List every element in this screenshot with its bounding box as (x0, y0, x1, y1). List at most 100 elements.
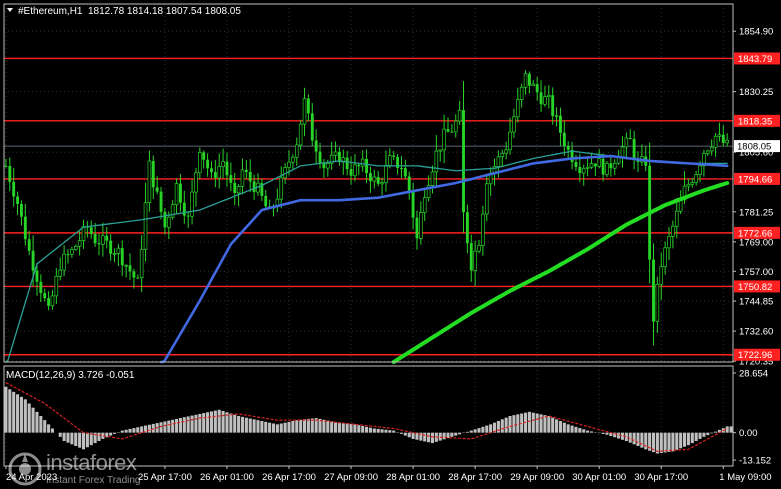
macd-histogram-bar (43, 420, 47, 433)
price-tick-label: 1732.60 (739, 327, 773, 338)
candle-body-bear (244, 169, 248, 172)
macd-histogram-bar (527, 411, 531, 433)
macd-histogram-bar (659, 432, 663, 453)
macd-histogram-bar (682, 432, 687, 447)
macd-histogram-bar (66, 432, 70, 443)
macd-histogram-bar (124, 429, 128, 433)
candle-body-bull (690, 182, 695, 185)
macd-tick-label: -13.152 (739, 456, 771, 467)
macd-histogram-bar (306, 418, 310, 433)
candle-body-bear (628, 137, 632, 139)
candle-body-bull (686, 183, 691, 187)
macd-histogram-bar (58, 432, 62, 437)
macd-histogram-bar (271, 423, 276, 433)
candle-body-bear (159, 191, 163, 212)
candle-body-bear (601, 158, 605, 175)
candle-body-bull (236, 185, 241, 194)
macd-histogram-bar (353, 424, 357, 433)
dropdown-triangle-icon[interactable] (7, 8, 13, 12)
candle-body-bull (217, 166, 221, 179)
candle-body-bear (186, 215, 190, 217)
level-price-label: 1794.66 (738, 174, 772, 185)
candle-body-bear (314, 140, 318, 152)
chart-header: #Ethereum,H1 1812.78 1814.18 1807.54 180… (7, 6, 241, 17)
candle-body-bear (345, 157, 349, 170)
candle-body-bear (322, 162, 326, 169)
candle-body-bear (400, 167, 403, 169)
macd-histogram-bar (349, 423, 353, 433)
candle-body-bull (717, 134, 722, 137)
candle-body-bear (318, 151, 322, 163)
macd-histogram-bar (159, 422, 163, 433)
candle-body-bull (597, 158, 602, 167)
macd-histogram-bar (489, 424, 493, 433)
macd-histogram-bar (566, 424, 570, 433)
macd-histogram-bar (582, 429, 586, 433)
candle-body-bear (574, 162, 578, 167)
price-panel-frame (3, 3, 734, 363)
macd-histogram-bar (679, 432, 683, 449)
macd-histogram-bar (442, 432, 446, 440)
candle-body-bull (659, 266, 664, 285)
macd-histogram-bar (512, 415, 516, 433)
candle-body-bull (147, 160, 152, 204)
candle-body-bear (151, 160, 155, 188)
instaforex-logo-icon (8, 452, 42, 486)
candle-body-bear (35, 270, 39, 282)
candle-body-bull (612, 162, 617, 169)
candle-body-bear (450, 131, 454, 133)
candle-body-bear (20, 203, 23, 217)
macd-histogram-bar (698, 432, 702, 439)
macd-histogram-bar (62, 432, 66, 441)
candle-body-bull (694, 174, 698, 183)
candle-body-bull (302, 98, 307, 125)
candle-body-bear (47, 298, 51, 306)
candle-body-bear (593, 163, 597, 167)
macd-histogram-bar (667, 432, 671, 452)
macd-histogram-bar (147, 424, 151, 433)
candle-body-bear (163, 211, 167, 228)
macd-histogram-bar (256, 420, 260, 433)
candle-body-bull (240, 169, 245, 187)
candle-body-bull (585, 166, 590, 169)
time-tick-label: 25 Apr 17:00 (138, 472, 192, 483)
macd-histogram-bar (39, 416, 43, 433)
candle-body-bear (182, 202, 186, 216)
macd-histogram-bar (578, 428, 582, 433)
candle-body-bull (221, 161, 225, 168)
candle-body-bear (415, 217, 419, 239)
level-price-label: 1772.66 (738, 228, 772, 239)
macd-histogram-bar (237, 416, 241, 433)
time-tick-label: 1 May 09:00 (719, 472, 771, 483)
macd-histogram-bar (171, 419, 175, 433)
macd-histogram-bar (132, 428, 136, 433)
macd-histogram-bar (388, 430, 392, 433)
macd-histogram-bar (589, 431, 594, 433)
candle-body-bull (50, 295, 55, 307)
candle-body-bull (294, 144, 299, 158)
candle-body-bull (430, 171, 435, 186)
price-tick-label: 1744.85 (739, 297, 773, 308)
macd-histogram-bar (50, 428, 55, 433)
candle-body-bull (58, 269, 63, 277)
macd-histogram-bar (70, 432, 74, 445)
macd-histogram-bar (287, 421, 291, 433)
macd-histogram-bar (221, 411, 225, 433)
macd-histogram-bar (702, 432, 706, 437)
macd-histogram-bar (326, 420, 330, 433)
macd-histogram-bar (299, 419, 303, 433)
candle-body-bull (388, 155, 392, 166)
candle-body-bull (481, 213, 485, 246)
candle-body-bull (139, 249, 144, 279)
macd-histogram-bar (264, 421, 268, 433)
macd-histogram-bar (399, 432, 403, 434)
macd-histogram-bar (558, 421, 562, 433)
candle-body-bear (93, 233, 97, 244)
candle-body-bear (411, 190, 415, 218)
macd-histogram-bar (675, 432, 679, 450)
price-tick-label: 1757.00 (739, 267, 773, 278)
macd-histogram-bar (423, 432, 427, 442)
macd-histogram-bar (334, 422, 338, 433)
macd-histogram-bar (376, 428, 380, 433)
candle-body-bull (143, 202, 148, 250)
